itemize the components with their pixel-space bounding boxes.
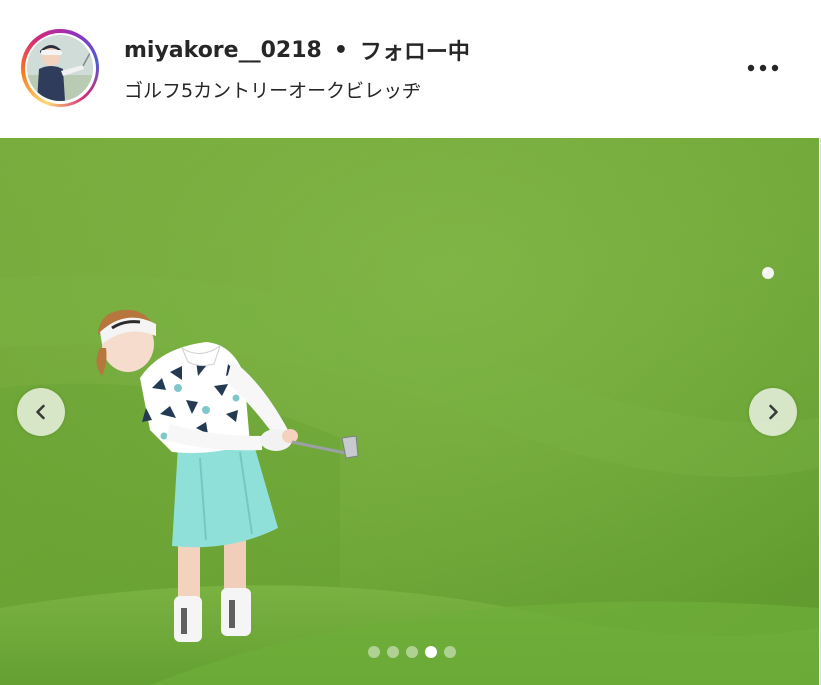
avatar[interactable]: [27, 35, 93, 101]
username-link[interactable]: miyakore__0218: [124, 38, 322, 63]
chevron-right-icon: [769, 404, 778, 420]
carousel-dot: [405, 646, 418, 658]
next-slide-button[interactable]: [749, 388, 797, 436]
golfer-photo: [0, 138, 819, 685]
previous-slide-button[interactable]: [17, 388, 65, 436]
chevron-left-icon: [36, 404, 45, 420]
avatar-photo: [27, 35, 93, 101]
carousel-dots: [0, 645, 819, 659]
following-button[interactable]: フォロー中: [360, 34, 470, 66]
more-horizontal-icon: [747, 64, 779, 72]
separator-dot: •: [333, 37, 348, 63]
username-line: miyakore__0218 • フォロー中: [124, 33, 470, 67]
location-link[interactable]: ゴルフ5カントリーオークビレッヂ: [124, 76, 421, 103]
carousel-dot-active: [424, 646, 437, 658]
instagram-post: miyakore__0218 • フォロー中 ゴルフ5カントリーオークビレッヂ: [0, 0, 821, 685]
carousel-dot: [443, 646, 456, 658]
post-media[interactable]: [0, 138, 819, 685]
more-options-button[interactable]: [738, 51, 788, 85]
story-ring[interactable]: [21, 29, 99, 107]
post-header: miyakore__0218 • フォロー中 ゴルフ5カントリーオークビレッヂ: [0, 0, 821, 138]
carousel-dot: [386, 646, 399, 658]
carousel-dot: [367, 646, 380, 658]
